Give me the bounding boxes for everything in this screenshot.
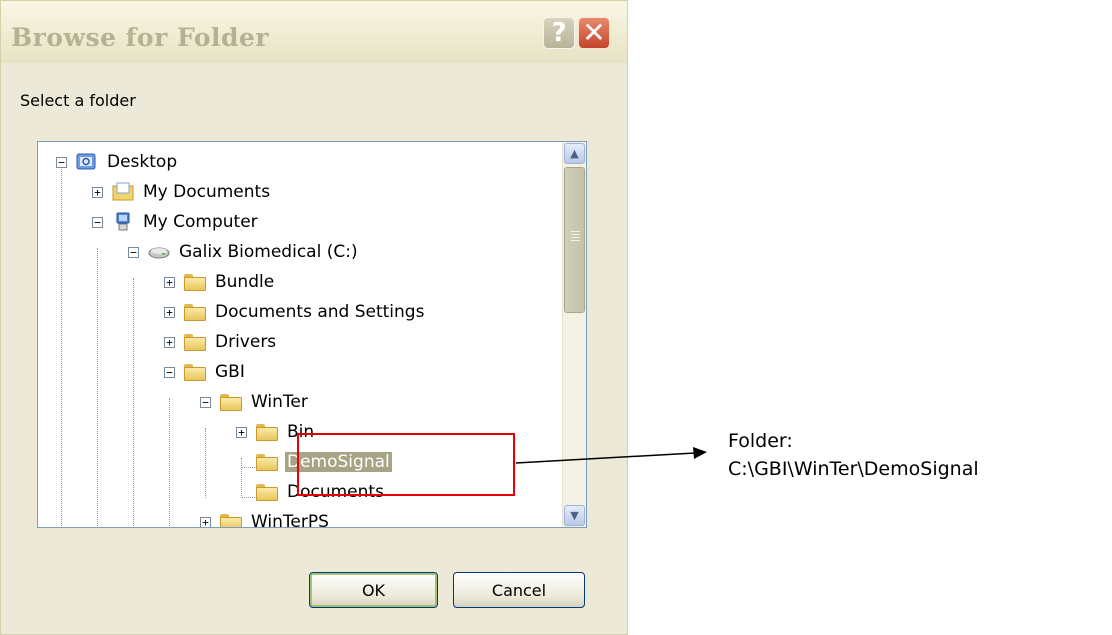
callout-label: Folder:	[728, 430, 793, 452]
callout-path: C:\GBI\WinTer\DemoSignal	[728, 458, 979, 480]
annotation-arrow	[515, 447, 707, 464]
folder-path-callout: Folder: C:\GBI\WinTer\DemoSignal	[728, 427, 979, 483]
